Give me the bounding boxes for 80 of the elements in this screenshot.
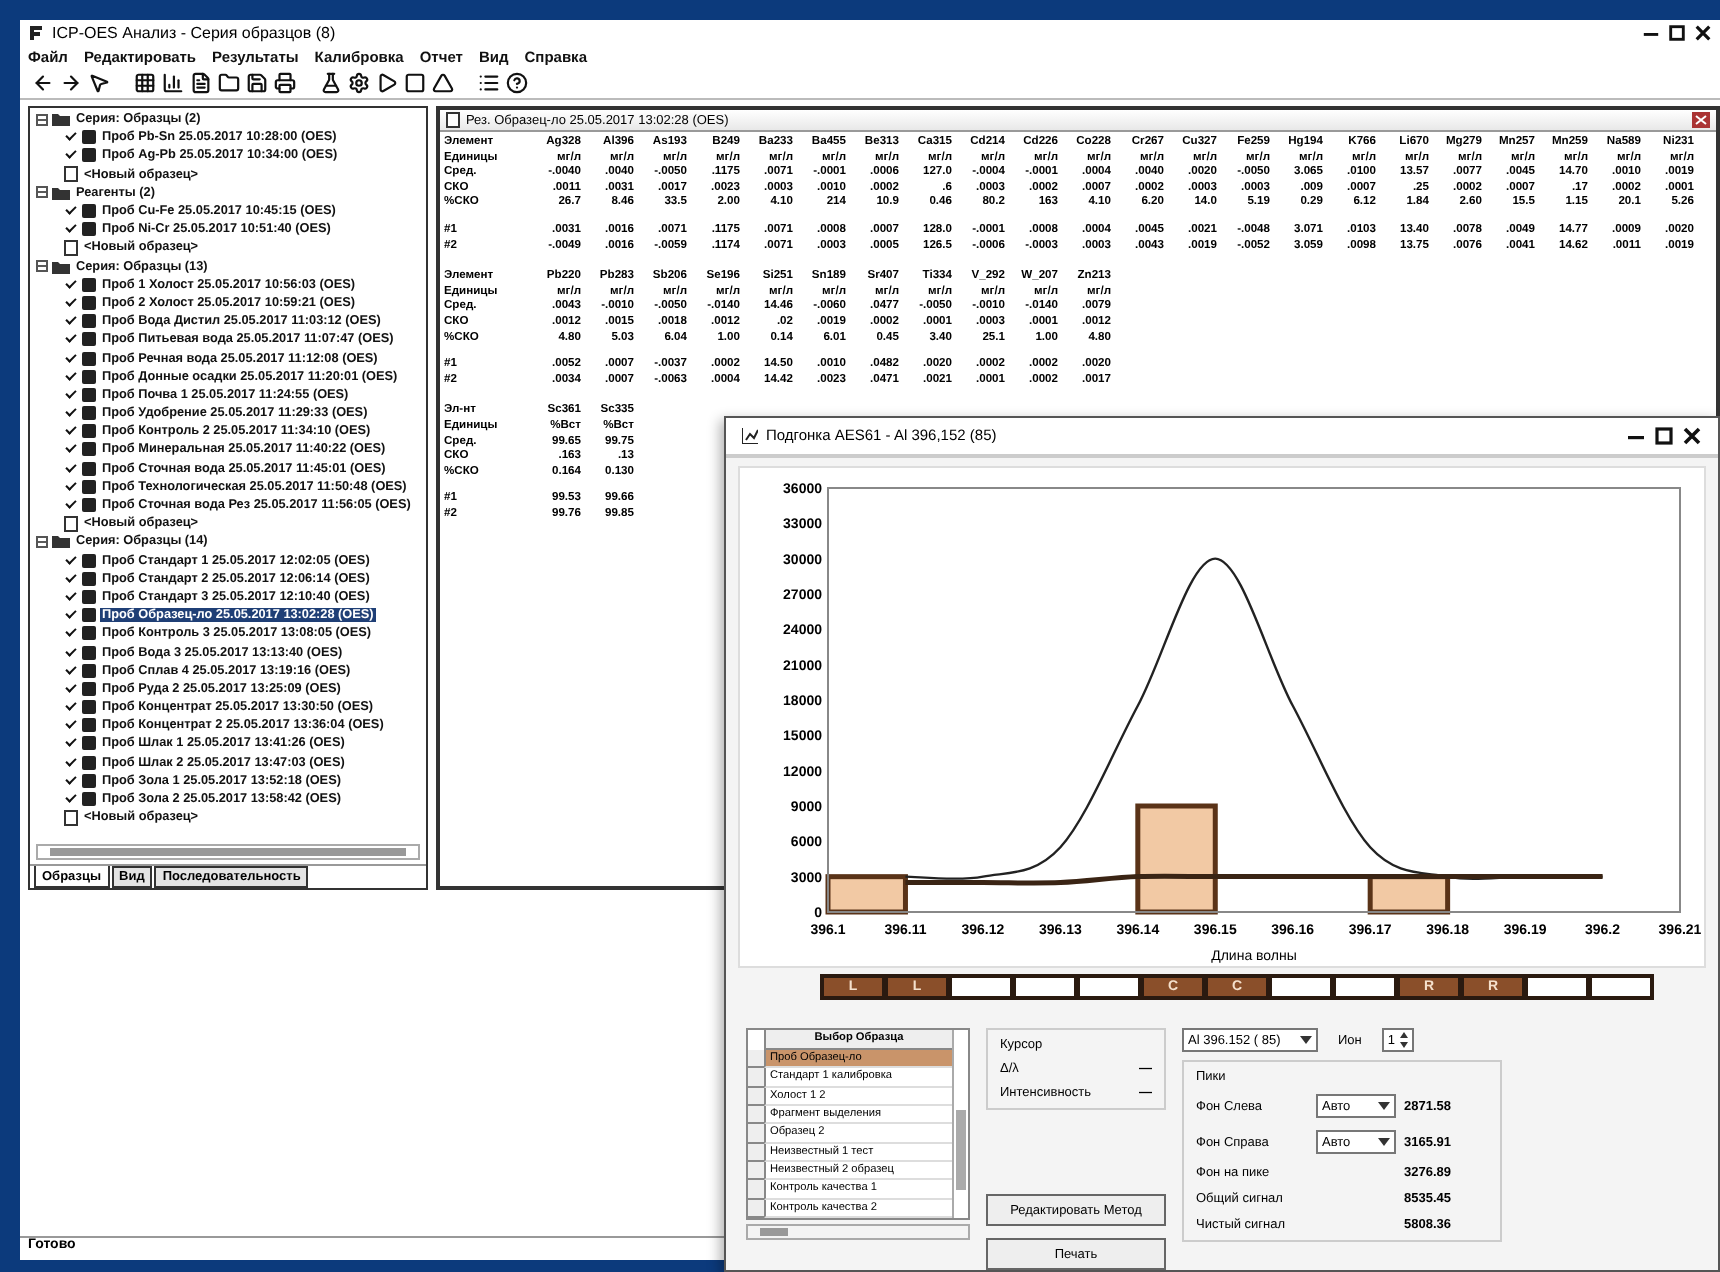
checkbox[interactable]: [64, 589, 78, 604]
checkbox[interactable]: [64, 295, 78, 310]
folder-icon: [52, 534, 70, 549]
checkbox[interactable]: [64, 424, 78, 439]
checkbox[interactable]: [64, 222, 78, 237]
checkbox[interactable]: [64, 461, 78, 476]
arrow-right-icon[interactable]: [60, 72, 82, 94]
checkbox[interactable]: [64, 498, 78, 513]
horizontal-scrollbar[interactable]: [746, 1224, 970, 1240]
document-icon: [446, 112, 460, 128]
maximize-icon[interactable]: [1654, 425, 1674, 446]
region-marker[interactable]: [1268, 974, 1334, 1000]
folder-icon: [52, 259, 70, 274]
region-marker[interactable]: [1588, 974, 1654, 1000]
region-marker[interactable]: [1076, 974, 1142, 1000]
settings-icon[interactable]: [348, 72, 370, 94]
chevron-icon: [1378, 1138, 1390, 1146]
checkbox[interactable]: [64, 792, 78, 807]
expander-icon[interactable]: [36, 260, 48, 273]
checkbox[interactable]: [64, 663, 78, 678]
checkbox[interactable]: [64, 773, 78, 788]
help-icon[interactable]: [506, 72, 528, 94]
close-icon[interactable]: [1694, 23, 1712, 41]
checkbox[interactable]: [64, 387, 78, 402]
app-logo-icon: [28, 23, 44, 41]
chart-icon: [742, 427, 758, 444]
checkbox[interactable]: [64, 718, 78, 733]
new-document-icon: [64, 515, 78, 532]
maximize-icon[interactable]: [1668, 23, 1686, 41]
region-marker[interactable]: [1524, 974, 1590, 1000]
vertical-scrollbar[interactable]: [952, 1030, 968, 1218]
checkbox[interactable]: [64, 369, 78, 384]
checkbox[interactable]: [64, 553, 78, 568]
window-title: ICP-OES Анализ - Серия образцов (8): [52, 23, 336, 41]
region-marker[interactable]: [1332, 974, 1398, 1000]
folder-icon: [52, 112, 70, 127]
folder-icon: [52, 185, 70, 200]
checkbox[interactable]: [64, 332, 78, 347]
expander-icon[interactable]: [36, 186, 48, 199]
new-document-icon: [64, 166, 78, 183]
play-icon[interactable]: [376, 72, 398, 94]
close-icon[interactable]: [1682, 425, 1702, 446]
grid-icon[interactable]: [134, 72, 156, 94]
checkbox[interactable]: [64, 479, 78, 494]
region-marker[interactable]: [1012, 974, 1078, 1000]
arrow-left-icon[interactable]: [32, 72, 54, 94]
document-icon[interactable]: [190, 72, 212, 94]
checkbox[interactable]: [64, 626, 78, 641]
triangle-icon[interactable]: [432, 72, 454, 94]
checkbox[interactable]: [64, 681, 78, 696]
checkbox[interactable]: [64, 130, 78, 145]
checkbox[interactable]: [64, 755, 78, 770]
checkbox[interactable]: [64, 571, 78, 586]
pointer-icon[interactable]: [88, 72, 110, 94]
bar-chart-icon[interactable]: [162, 72, 184, 94]
expander-icon[interactable]: [36, 535, 48, 548]
checkbox[interactable]: [64, 148, 78, 163]
printer-icon[interactable]: [274, 72, 296, 94]
checkbox[interactable]: [64, 351, 78, 366]
save-icon[interactable]: [246, 72, 268, 94]
checkbox[interactable]: [64, 700, 78, 715]
region-marker[interactable]: [948, 974, 1014, 1000]
horizontal-scrollbar[interactable]: [36, 844, 420, 860]
checkbox[interactable]: [64, 406, 78, 421]
checkbox[interactable]: [64, 204, 78, 219]
checkbox[interactable]: [64, 314, 78, 329]
new-document-icon: [64, 239, 78, 256]
new-document-icon: [64, 809, 78, 826]
folder-icon[interactable]: [218, 72, 240, 94]
checkbox[interactable]: [64, 736, 78, 751]
checkbox[interactable]: [64, 645, 78, 660]
stop-icon[interactable]: [404, 72, 426, 94]
list-icon[interactable]: [478, 72, 500, 94]
chevron-icon: [1378, 1102, 1390, 1110]
chevron-icon: [1300, 1036, 1312, 1044]
checkbox[interactable]: [64, 277, 78, 292]
flask-icon[interactable]: [320, 72, 342, 94]
checkbox[interactable]: [64, 608, 78, 623]
checkbox[interactable]: [64, 442, 78, 457]
expander-icon[interactable]: [36, 113, 48, 126]
